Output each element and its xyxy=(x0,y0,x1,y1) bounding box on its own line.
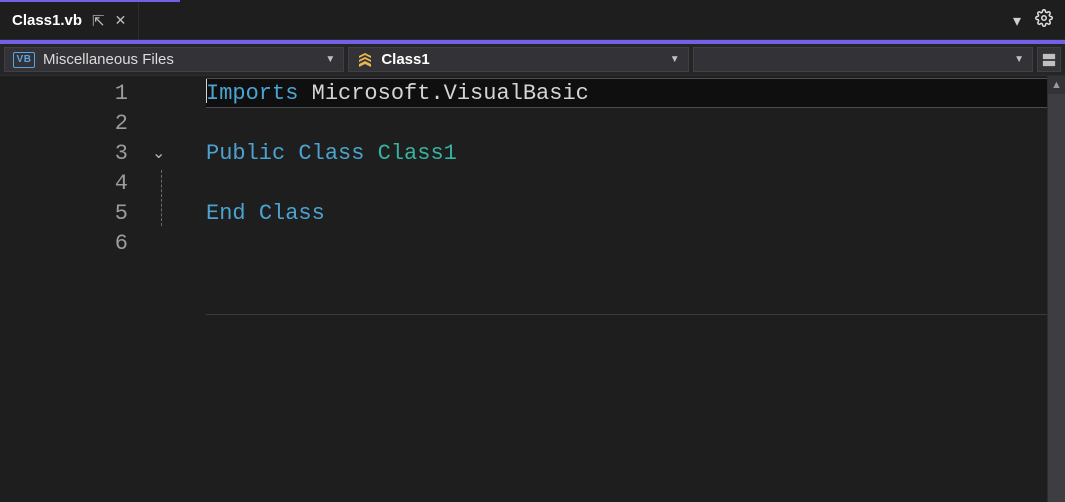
fold-cell xyxy=(146,198,206,228)
chevron-down-icon: ▼ xyxy=(325,54,335,65)
class-dropdown[interactable]: Class1 ▼ xyxy=(348,47,688,72)
chevron-down-icon: ▼ xyxy=(670,54,680,65)
tab-class1[interactable]: Class1.vb ⇱ ✕ xyxy=(0,2,139,39)
code-line[interactable]: End Class xyxy=(206,198,1047,228)
editor-area: 123456 ⌄ Imports Microsoft.VisualBasic Pu… xyxy=(0,76,1065,502)
tab-strip: Class1.vb ⇱ ✕ ▾ xyxy=(0,2,1065,40)
line-number: 4 xyxy=(0,168,146,198)
fold-cell xyxy=(146,78,206,108)
chevron-down-icon: ▼ xyxy=(1014,54,1024,65)
class-label: Class1 xyxy=(381,51,429,68)
close-icon[interactable]: ✕ xyxy=(115,12,127,29)
pin-icon[interactable]: ⇱ xyxy=(92,12,105,30)
scroll-up-arrow-icon[interactable]: ▲ xyxy=(1048,76,1065,94)
code-separator-line xyxy=(206,314,1047,315)
fold-cell[interactable]: ⌄ xyxy=(146,138,206,168)
code-line[interactable]: Public Class Class1 xyxy=(206,138,1047,168)
fold-cell xyxy=(146,168,206,198)
split-editor-icon[interactable] xyxy=(1037,47,1061,72)
member-dropdown[interactable]: ▼ xyxy=(693,47,1033,72)
navigation-bar: VB Miscellaneous Files ▼ Class1 ▼ ▼ xyxy=(0,44,1065,76)
fold-column: ⌄ xyxy=(146,76,206,502)
gear-icon[interactable] xyxy=(1035,9,1053,32)
code-line[interactable] xyxy=(206,108,1047,138)
code-content[interactable]: Imports Microsoft.VisualBasic Public Clas… xyxy=(206,76,1047,502)
fold-chevron-down-icon[interactable]: ⌄ xyxy=(146,143,165,163)
line-number: 1 xyxy=(0,78,146,108)
fold-guide-line xyxy=(161,170,162,226)
scope-dropdown[interactable]: VB Miscellaneous Files ▼ xyxy=(4,47,344,72)
line-number: 2 xyxy=(0,108,146,138)
line-number-gutter: 123456 xyxy=(0,76,146,502)
text-caret xyxy=(206,79,207,103)
code-line[interactable]: Imports Microsoft.VisualBasic xyxy=(206,78,1047,108)
vb-badge-icon: VB xyxy=(13,52,35,68)
tabstrip-right: ▾ xyxy=(1001,2,1065,39)
line-number: 5 xyxy=(0,198,146,228)
tab-icon-group: ⇱ ✕ xyxy=(92,12,126,30)
code-line[interactable] xyxy=(206,168,1047,198)
line-number: 6 xyxy=(0,228,146,258)
code-line[interactable] xyxy=(206,228,1047,258)
dropdown-files-icon[interactable]: ▾ xyxy=(1013,11,1021,31)
scope-label: Miscellaneous Files xyxy=(43,51,174,68)
line-number: 3 xyxy=(0,138,146,168)
class-icon xyxy=(357,52,373,68)
tab-title: Class1.vb xyxy=(12,12,82,29)
vertical-scrollbar[interactable]: ▲ xyxy=(1047,76,1065,502)
fold-cell xyxy=(146,228,206,258)
fold-cell xyxy=(146,108,206,138)
